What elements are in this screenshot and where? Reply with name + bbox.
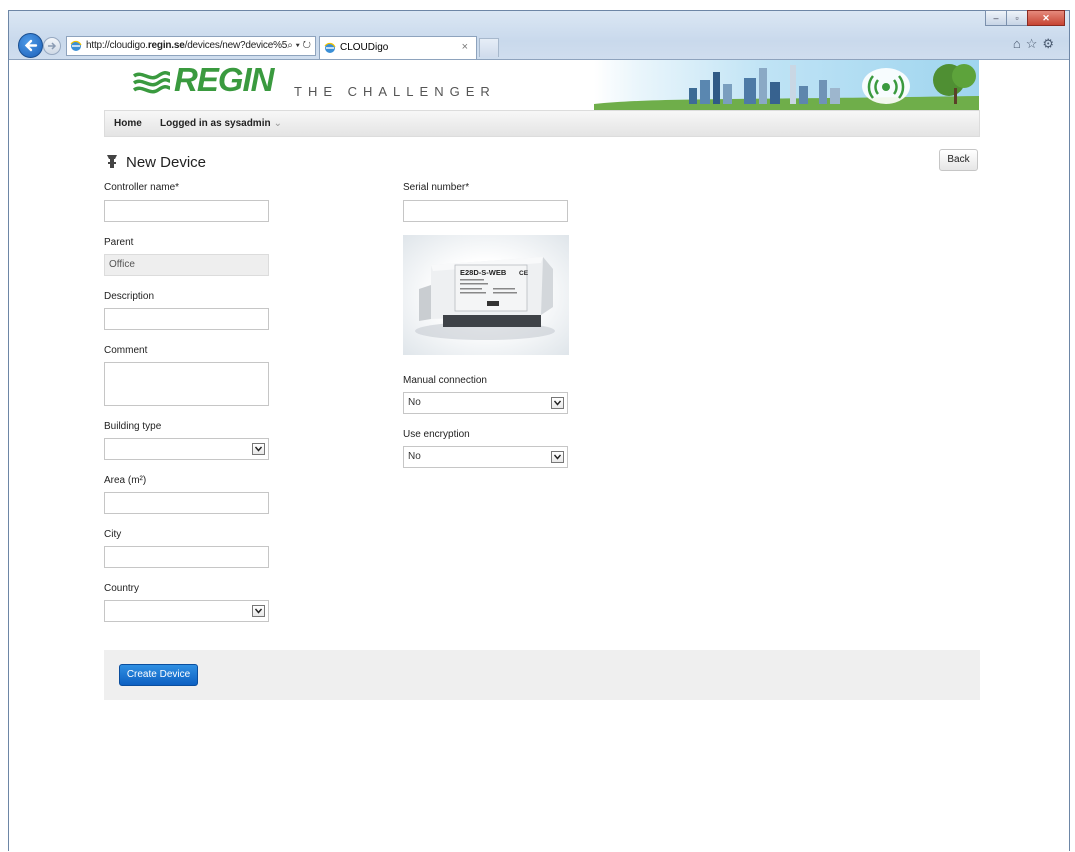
chevron-down-icon bbox=[551, 397, 564, 409]
page-viewport: REGIN THE CHALLENGER Home Logged in as s… bbox=[9, 59, 1069, 852]
browser-chrome: – ▫ ✕ http://cloudigo.regin.se/devices/n… bbox=[9, 10, 1069, 59]
regin-logo-icon bbox=[132, 70, 171, 94]
description-input[interactable] bbox=[104, 308, 269, 330]
browser-toolbar-icons: ⌂☆⚙ bbox=[1013, 36, 1059, 52]
device-icon bbox=[107, 155, 117, 168]
comment-label: Comment bbox=[104, 345, 148, 356]
home-icon[interactable]: ⌂ bbox=[1013, 36, 1026, 51]
page-title: New Device bbox=[104, 153, 206, 171]
area-input[interactable] bbox=[104, 492, 269, 514]
chevron-down-icon bbox=[252, 443, 265, 455]
comment-textarea[interactable] bbox=[104, 362, 269, 406]
top-navbar: Home Logged in as sysadmin ⌄ bbox=[104, 110, 980, 137]
nav-home-link[interactable]: Home bbox=[114, 118, 142, 129]
parent-field: Office bbox=[104, 254, 269, 276]
use-encryption-value: No bbox=[408, 451, 421, 462]
device-image: E28D-S-WEB CE bbox=[403, 235, 569, 355]
area-label: Area (m²) bbox=[104, 475, 147, 486]
chevron-down-icon bbox=[252, 605, 265, 617]
controller-name-label: Controller name* bbox=[104, 182, 180, 193]
use-encryption-select[interactable]: No bbox=[403, 446, 568, 468]
manual-connection-select[interactable]: No bbox=[403, 392, 568, 414]
manual-connection-value: No bbox=[408, 397, 421, 408]
back-arrow-icon[interactable] bbox=[18, 33, 43, 58]
address-bar[interactable]: http://cloudigo.regin.se/devices/new?dev… bbox=[66, 36, 316, 56]
address-tools[interactable]: ⌕ ▾ ↻ bbox=[287, 37, 311, 55]
minimize-button[interactable]: – bbox=[985, 10, 1007, 26]
manual-connection-label: Manual connection bbox=[403, 375, 487, 386]
country-select[interactable] bbox=[104, 600, 269, 622]
use-encryption-label: Use encryption bbox=[403, 429, 470, 440]
page-title-text: New Device bbox=[126, 154, 207, 171]
ie-icon bbox=[70, 40, 82, 51]
chevron-down-icon bbox=[551, 451, 564, 463]
create-device-button[interactable]: Create Device bbox=[119, 664, 198, 686]
close-window-button[interactable]: ✕ bbox=[1027, 10, 1065, 26]
city-skyline-image bbox=[594, 60, 979, 110]
city-input[interactable] bbox=[104, 546, 269, 568]
device-model-label: E28D-S-WEB bbox=[460, 268, 507, 277]
window-controls: – ▫ ✕ bbox=[985, 10, 1065, 28]
chevron-down-icon: ⌄ bbox=[273, 118, 282, 129]
serial-number-input[interactable] bbox=[403, 200, 568, 222]
tagline: THE CHALLENGER bbox=[294, 84, 496, 99]
form-footer: Create Device bbox=[104, 650, 980, 700]
building-type-select[interactable] bbox=[104, 438, 269, 460]
country-label: Country bbox=[104, 583, 140, 594]
user-menu-label: Logged in as sysadmin bbox=[160, 118, 271, 129]
tab-close-icon[interactable]: × bbox=[462, 37, 468, 58]
regin-logo: REGIN bbox=[174, 61, 275, 98]
controller-name-input[interactable] bbox=[104, 200, 269, 222]
new-tab-button[interactable] bbox=[479, 38, 499, 57]
description-label: Description bbox=[104, 291, 155, 302]
favorites-star-icon[interactable]: ☆ bbox=[1026, 36, 1043, 51]
serial-number-label: Serial number* bbox=[403, 182, 470, 193]
tab-title: CLOUDigo bbox=[340, 42, 389, 53]
browser-window: – ▫ ✕ http://cloudigo.regin.se/devices/n… bbox=[8, 10, 1070, 852]
settings-gear-icon[interactable]: ⚙ bbox=[1042, 36, 1059, 51]
ie-icon bbox=[324, 42, 336, 53]
maximize-button[interactable]: ▫ bbox=[1006, 10, 1028, 26]
city-label: City bbox=[104, 529, 122, 540]
back-button[interactable]: Back bbox=[939, 149, 978, 171]
parent-label: Parent bbox=[104, 237, 134, 248]
forward-arrow-icon[interactable] bbox=[43, 37, 61, 55]
building-type-label: Building type bbox=[104, 421, 162, 432]
ce-mark: CE bbox=[519, 270, 529, 277]
browser-tab[interactable]: CLOUDigo × bbox=[319, 36, 477, 59]
address-url: http://cloudigo.regin.se/devices/new?dev… bbox=[86, 40, 288, 51]
user-menu[interactable]: Logged in as sysadmin ⌄ bbox=[160, 118, 282, 129]
regin-banner: REGIN THE CHALLENGER bbox=[104, 60, 979, 110]
